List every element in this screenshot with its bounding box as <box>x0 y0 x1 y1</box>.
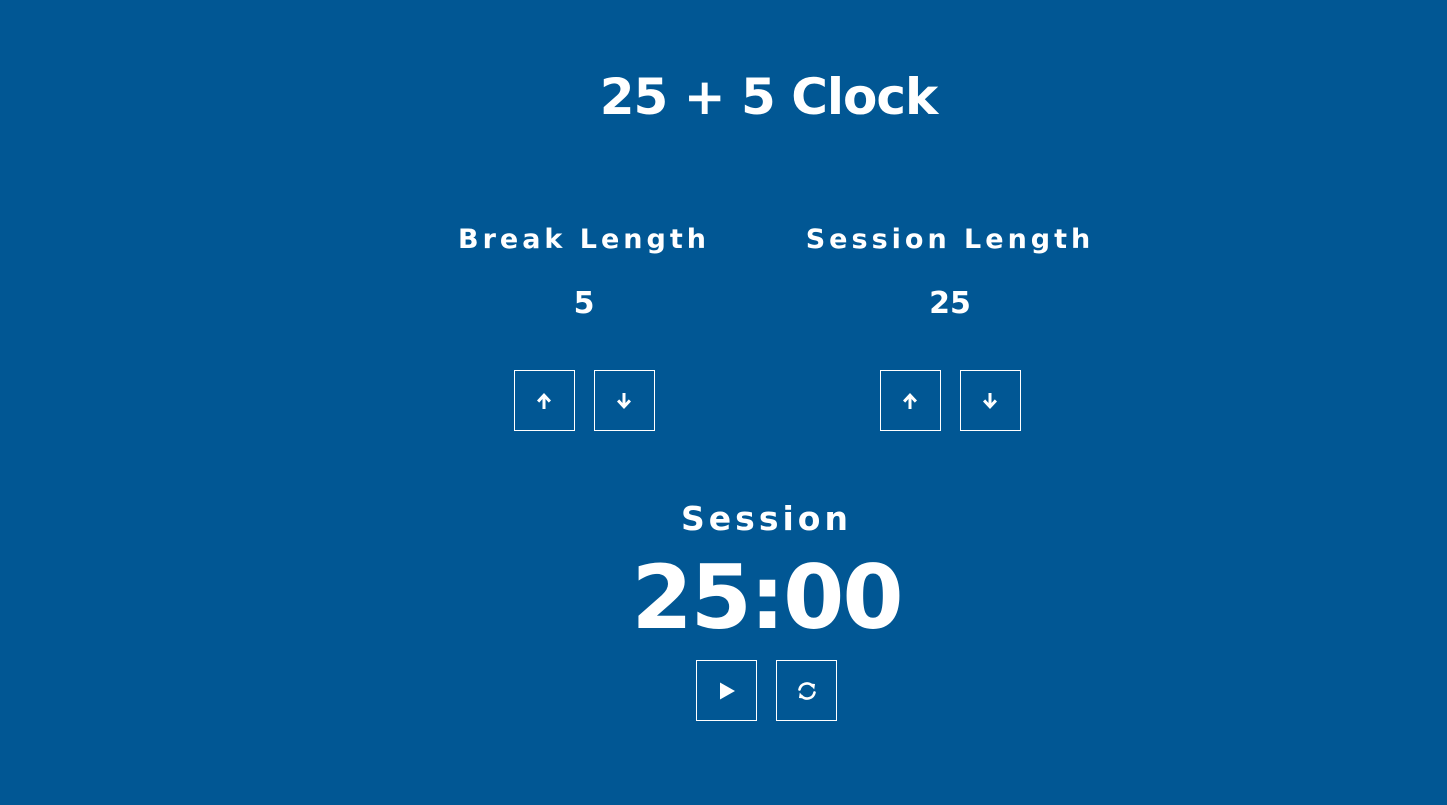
arrow-up-icon <box>534 391 554 411</box>
timer-label: Session <box>681 499 852 538</box>
arrow-down-icon <box>980 391 1000 411</box>
arrow-up-icon <box>900 391 920 411</box>
session-length-panel: Session Length 25 <box>770 220 1130 431</box>
session-length-value: 25 <box>929 286 971 321</box>
reset-button[interactable] <box>776 660 837 721</box>
session-increment-button[interactable] <box>879 370 941 431</box>
break-controls <box>404 370 764 431</box>
start-stop-button[interactable] <box>696 660 757 721</box>
break-length-panel: Break Length 5 <box>404 220 764 431</box>
refresh-icon <box>795 679 819 703</box>
break-decrement-button[interactable] <box>593 370 655 431</box>
time-left: 25:00 <box>631 546 903 649</box>
timer-controls <box>86 660 1447 721</box>
break-increment-button[interactable] <box>513 370 575 431</box>
page-title: 25 + 5 Clock <box>599 68 939 126</box>
break-label: Break Length <box>458 224 710 255</box>
session-label: Session Length <box>805 224 1095 255</box>
session-decrement-button[interactable] <box>959 370 1021 431</box>
session-controls <box>770 370 1130 431</box>
play-icon <box>716 680 738 702</box>
timer-display: Session 25:00 <box>0 496 1447 721</box>
break-length-value: 5 <box>573 286 595 321</box>
pomodoro-app: 25 + 5 Clock Break Length 5 Session Leng… <box>0 0 1447 805</box>
arrow-down-icon <box>614 391 634 411</box>
